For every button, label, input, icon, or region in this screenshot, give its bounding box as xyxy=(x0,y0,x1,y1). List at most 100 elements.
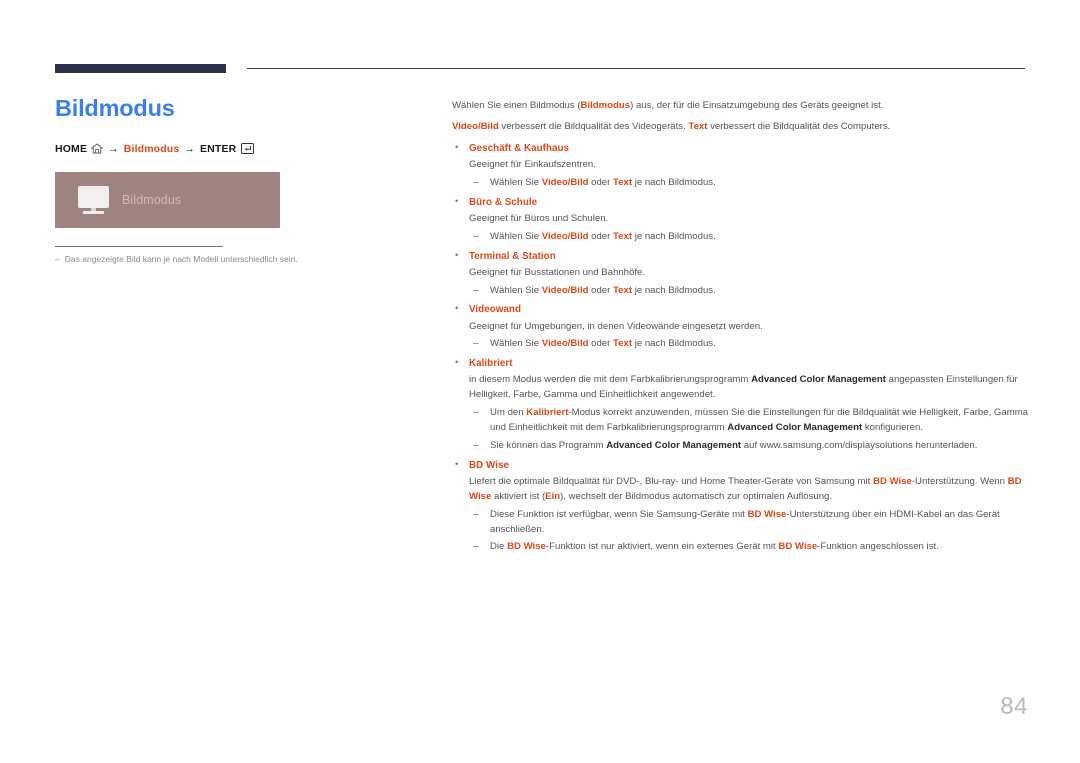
kal-sub1-bold: Advanced Color Management xyxy=(727,422,863,434)
preview-thumbnail: Bildmodus xyxy=(55,171,280,228)
section-body: Geeignet für Busstationen und Bahnhöfe. xyxy=(469,266,646,278)
sub-c: je nach Bildmodus. xyxy=(632,176,716,188)
section-body: in diesem Modus werden die mit dem Farbk… xyxy=(469,373,1030,403)
breadcrumb-enter-label: ENTER xyxy=(200,142,237,155)
dash-marker: – xyxy=(473,176,479,188)
sub-c: je nach Bildmodus. xyxy=(632,284,716,296)
intro-1b: ) aus, der für die Einsatzumgebung des G… xyxy=(630,100,884,111)
sub-accent-1: Video/Bild xyxy=(541,176,589,188)
sub-accent-2: Text xyxy=(613,338,633,350)
dash-marker: – xyxy=(473,508,479,520)
footnote-text: Das angezeigte Bild kann je nach Modell … xyxy=(64,253,298,264)
section-title: Geschäft & Kaufhaus xyxy=(469,142,570,154)
bd-body-accent-3: Ein xyxy=(545,490,561,502)
kal-sub1-a: Um den xyxy=(490,407,527,419)
bullet-marker: • xyxy=(455,249,459,261)
breadcrumb: HOME → Bildmodus → ENTER xyxy=(55,142,435,156)
list-item: • Kalibriert in diesem Modus werden die … xyxy=(452,356,1030,453)
home-icon xyxy=(90,143,104,157)
intro-2-accent-1: Video/Bild xyxy=(452,120,499,132)
kal-sub1-c: konfigurieren. xyxy=(862,422,923,434)
sub-a: Wählen Sie xyxy=(490,230,542,242)
header-rule-thin xyxy=(247,68,1025,69)
kal-sub2-a: Sie können das Programm xyxy=(490,439,607,451)
dash-marker: – xyxy=(473,541,479,553)
sub-b: oder xyxy=(588,284,614,296)
section-title: Kalibriert xyxy=(469,358,513,370)
bullet-marker: • xyxy=(455,458,459,470)
list-item: – Wählen Sie Video/Bild oder Text je nac… xyxy=(469,230,1030,245)
breadcrumb-home-label: HOME xyxy=(55,142,88,155)
dash-marker: – xyxy=(473,284,479,296)
kal-sub2-bold: Advanced Color Management xyxy=(606,439,742,451)
section-title: Büro & Schule xyxy=(469,196,538,208)
sub-accent-1: Video/Bild xyxy=(541,230,589,242)
sub-c: je nach Bildmodus. xyxy=(632,230,716,242)
sub-accent-2: Text xyxy=(613,230,633,242)
page-title: Bildmodus xyxy=(55,95,175,121)
sub-accent-1: Video/Bild xyxy=(541,284,589,296)
sub-a: Wählen Sie xyxy=(490,338,542,350)
list-item: – Die BD Wise-Funktion ist nur aktiviert… xyxy=(469,540,1030,555)
list-item: • Terminal & Station Geeignet für Bussta… xyxy=(452,249,1030,299)
bd-body-c: aktiviert ist ( xyxy=(491,490,546,502)
intro-2b: verbessert die Bildqualität des Computer… xyxy=(707,120,891,132)
breadcrumb-arrow-1: → xyxy=(108,142,119,155)
sub-accent-1: Video/Bild xyxy=(541,338,589,350)
sub-text: Wählen Sie Video/Bild oder Text je nach … xyxy=(490,177,716,188)
header-rule-thick xyxy=(55,64,226,73)
bd-body-d: ), wechselt der Bildmodus automatisch zu… xyxy=(560,490,833,502)
intro-1-accent: Bildmodus xyxy=(580,100,631,111)
bullet-marker: • xyxy=(455,357,459,369)
preview-label: Bildmodus xyxy=(122,192,182,207)
list-item: – Um den Kalibriert-Modus korrekt anzuwe… xyxy=(469,406,1030,436)
sub-c: je nach Bildmodus. xyxy=(632,338,716,350)
sub-text: Diese Funktion ist verfügbar, wenn Sie S… xyxy=(490,509,1000,535)
bullet-marker: • xyxy=(455,141,459,153)
sub-text: Um den Kalibriert-Modus korrekt anzuwend… xyxy=(490,407,1028,433)
sub-b: oder xyxy=(588,230,614,242)
sub-b: oder xyxy=(588,176,614,188)
list-item: – Wählen Sie Video/Bild oder Text je nac… xyxy=(469,337,1030,352)
dash-marker: – xyxy=(473,439,479,451)
list-item: – Diese Funktion ist verfügbar, wenn Sie… xyxy=(469,508,1030,538)
sub-text: Sie können das Programm Advanced Color M… xyxy=(490,440,977,451)
sub-text: Die BD Wise-Funktion ist nur aktiviert, … xyxy=(490,541,939,552)
kal-sub2-b: auf www.samsung.com/displaysolutions her… xyxy=(741,439,978,451)
kal-sub1-accent: Kalibriert xyxy=(526,407,569,419)
list-item: – Wählen Sie Video/Bild oder Text je nac… xyxy=(469,176,1030,191)
bullet-marker: • xyxy=(455,195,459,207)
section-body: Geeignet für Büros und Schulen. xyxy=(469,212,609,224)
sub-accent-2: Text xyxy=(613,284,633,296)
sub-a: Wählen Sie xyxy=(490,284,542,296)
bd-body-b: -Unterstützung. Wenn xyxy=(911,475,1008,487)
list-item: • Videowand Geeignet für Umgebungen, in … xyxy=(452,302,1030,352)
dash-marker: – xyxy=(473,407,479,419)
kal-body-bold: Advanced Color Management xyxy=(751,374,886,386)
bullet-marker: • xyxy=(455,303,459,315)
sub-text: Wählen Sie Video/Bild oder Text je nach … xyxy=(490,285,716,296)
intro-paragraph-1: Wählen Sie einen Bildmodus (Bildmodus) a… xyxy=(452,99,1030,114)
sub-text: Wählen Sie Video/Bild oder Text je nach … xyxy=(490,338,716,349)
bd-body-accent-1: BD Wise xyxy=(873,475,912,487)
list-item: – Sie können das Programm Advanced Color… xyxy=(469,439,1030,454)
dash-marker: – xyxy=(473,230,479,242)
bd-sub1-a: Diese Funktion ist verfügbar, wenn Sie S… xyxy=(490,508,748,520)
sub-text: Wählen Sie Video/Bild oder Text je nach … xyxy=(490,231,716,242)
intro-1a: Wählen Sie einen Bildmodus ( xyxy=(452,100,581,111)
section-body: Geeignet für Einkaufszentren. xyxy=(469,158,596,170)
footnote-divider xyxy=(55,245,223,247)
bd-sub2-accent-1: BD Wise xyxy=(507,541,546,553)
section-body: Liefert die optimale Bildqualität für DV… xyxy=(469,475,1030,505)
intro-2a: verbessert die Bildqualität des Videoger… xyxy=(498,120,689,132)
document-page: Bildmodus HOME → Bildmodus → ENTER Bildm… xyxy=(0,0,1080,763)
kal-body-a: in diesem Modus werden die mit dem Farbk… xyxy=(469,374,752,386)
list-item: • Geschäft & Kaufhaus Geeignet für Einka… xyxy=(452,141,1030,191)
intro-paragraph-2: Video/Bild verbessert die Bildqualität d… xyxy=(452,120,1030,135)
section-title: Terminal & Station xyxy=(469,250,556,262)
section-body: Geeignet für Umgebungen, in denen Videow… xyxy=(469,320,763,332)
enter-key-icon xyxy=(241,142,255,157)
bd-sub2-accent-2: BD Wise xyxy=(778,541,818,553)
intro-2-accent-2: Text xyxy=(688,120,708,132)
breadcrumb-arrow-2: → xyxy=(184,142,196,155)
